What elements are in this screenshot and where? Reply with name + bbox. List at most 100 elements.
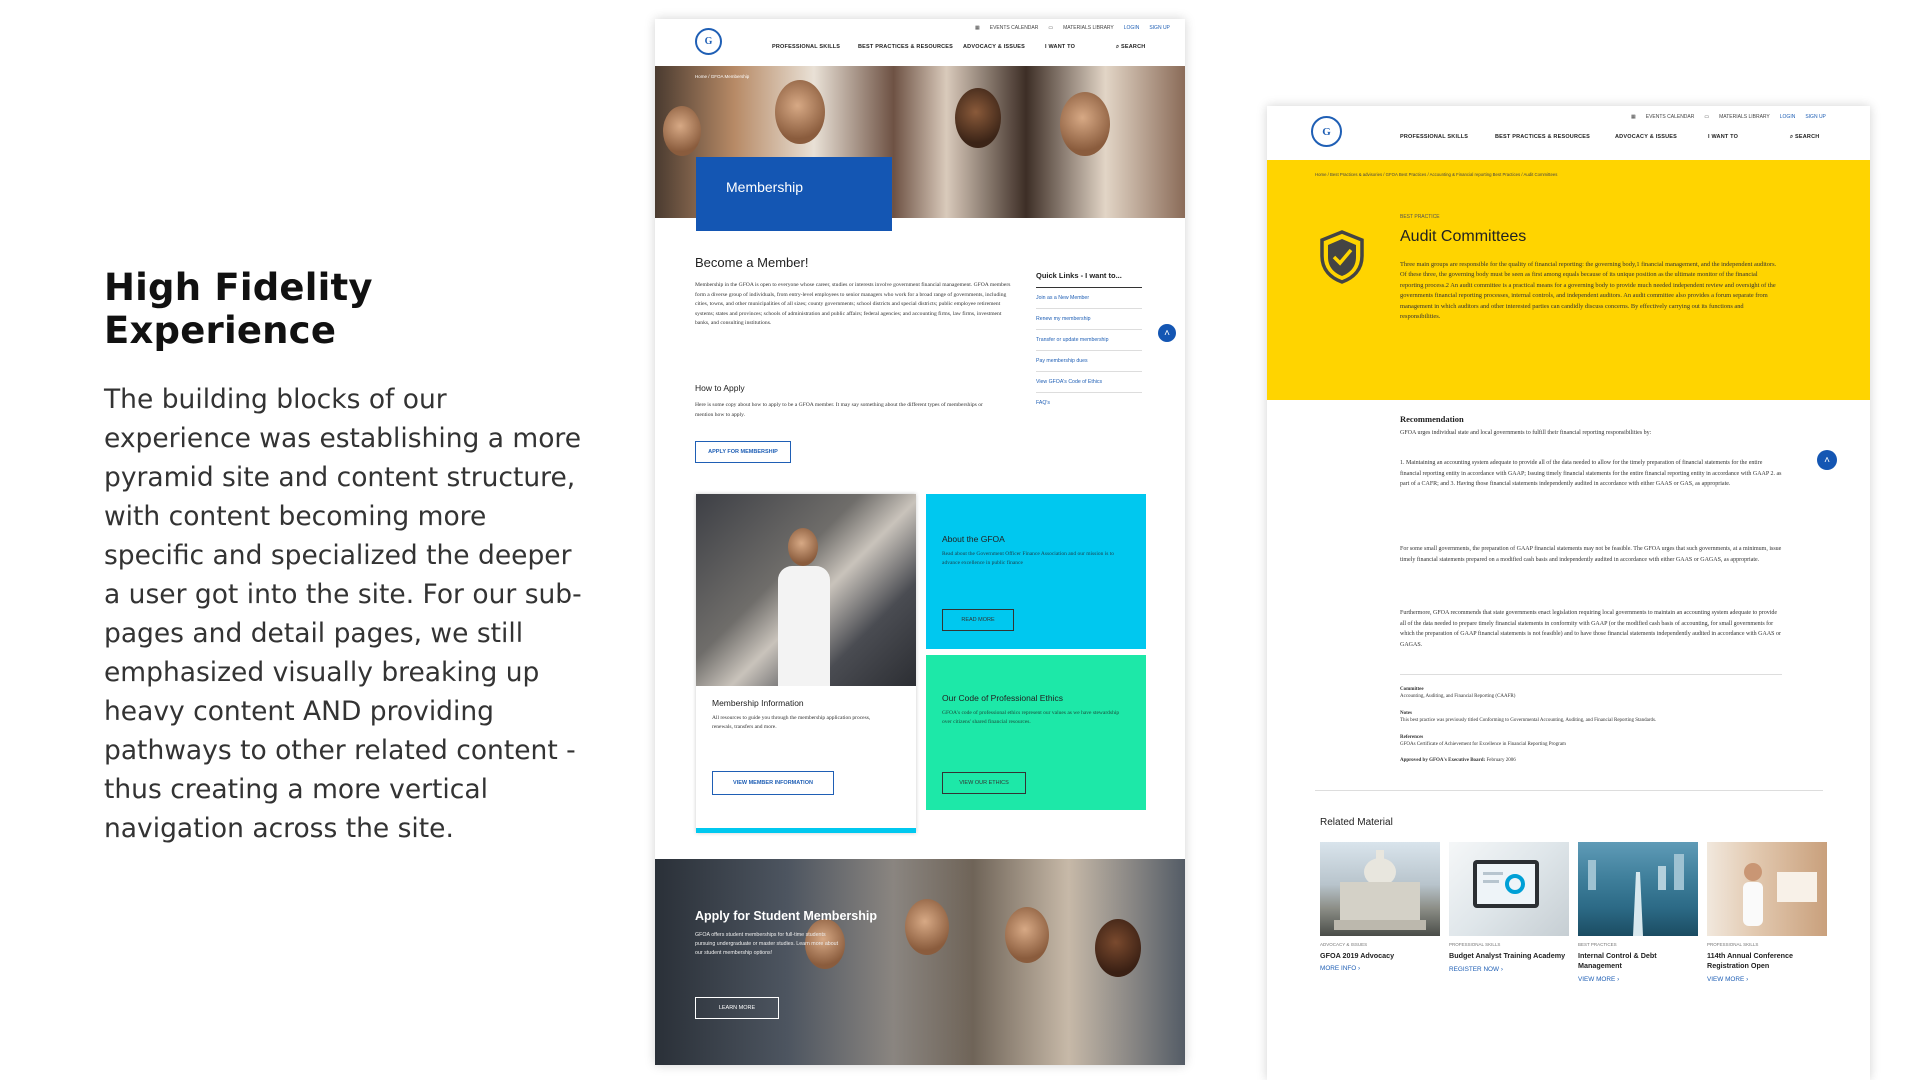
related-item: ADVOCACY & ISSUES GFOA 2019 Advocacy MOR… xyxy=(1320,942,1440,972)
gfoa-logo[interactable]: G xyxy=(695,28,722,55)
quick-link-join[interactable]: Join as a New Member xyxy=(1036,288,1142,309)
how-to-apply-heading: How to Apply xyxy=(695,383,745,393)
meta-block: Committee Accounting, Auditing, and Fina… xyxy=(1400,686,1700,764)
committee-label: Committee xyxy=(1400,687,1424,692)
approved-label: Approved by GFOA's Executive Board: xyxy=(1400,758,1486,763)
related-tag: PROFESSIONAL SKILLS xyxy=(1707,942,1759,947)
view-ethics-button[interactable]: VIEW OUR ETHICS xyxy=(942,772,1026,794)
card-info-body: All resources to guide you through the m… xyxy=(712,715,871,730)
card-about-body: Read about the Government Officer Financ… xyxy=(942,551,1115,566)
nav-best-practices[interactable]: BEST PRACTICES & RESOURCES xyxy=(858,44,963,51)
audit-committees-page-mockup: G ▦ EVENTS CALENDAR ▭ MATERIALS LIBRARY … xyxy=(1267,106,1870,1080)
how-to-apply-body: Here is some copy about how to apply to … xyxy=(695,402,983,418)
chevron-up-icon: ˄ xyxy=(1824,454,1830,466)
recommendation-lead: GFOA urges individual state and local go… xyxy=(1400,430,1652,436)
nav-i-want-to[interactable]: I WANT TO xyxy=(1708,134,1790,141)
view-member-info-button[interactable]: VIEW MEMBER INFORMATION xyxy=(712,771,834,795)
nav-search[interactable]: SEARCH xyxy=(1795,134,1819,141)
quick-link-transfer[interactable]: Transfer or update membership xyxy=(1036,330,1142,351)
intro-section: High Fidelity Experience The building bl… xyxy=(104,266,584,848)
shield-check-icon xyxy=(1320,230,1364,284)
card-ethics-title: Our Code of Professional Ethics xyxy=(942,693,1063,703)
utility-events[interactable]: EVENTS CALENDAR xyxy=(1646,114,1695,120)
related-title[interactable]: Internal Control & Debt Management xyxy=(1578,951,1698,971)
related-image-internal-control[interactable] xyxy=(1578,842,1698,936)
intro-paragraph: Membership in the GFOA is open to everyo… xyxy=(695,282,1011,327)
quick-link-ethics[interactable]: View GFOA's Code of Ethics xyxy=(1036,372,1142,393)
nav-i-want-to[interactable]: I WANT TO xyxy=(1045,44,1116,51)
nav-professional-skills[interactable]: PROFESSIONAL SKILLS xyxy=(1400,134,1495,141)
library-icon: ▭ xyxy=(1048,25,1054,31)
references-label: References xyxy=(1400,735,1424,740)
student-banner: Apply for Student Membership GFOA offers… xyxy=(655,859,1185,1065)
related-link[interactable]: REGISTER NOW xyxy=(1449,966,1499,973)
student-title: Apply for Student Membership xyxy=(695,909,877,923)
related-image-conference[interactable] xyxy=(1707,842,1827,936)
nav-best-practices[interactable]: BEST PRACTICES & RESOURCES xyxy=(1495,134,1615,141)
nav-search[interactable]: SEARCH xyxy=(1121,44,1145,51)
related-title[interactable]: GFOA 2019 Advocacy xyxy=(1320,951,1440,960)
related-heading: Related Material xyxy=(1320,817,1393,828)
card-about: About the GFOA Read about the Government… xyxy=(926,494,1146,649)
utility-nav: ▦ EVENTS CALENDAR ▭ MATERIALS LIBRARY LO… xyxy=(975,25,1170,31)
related-link[interactable]: MORE INFO xyxy=(1320,965,1356,972)
chevron-right-icon: › xyxy=(1500,966,1503,973)
card-membership-info: Membership Information All resources to … xyxy=(696,494,916,833)
learn-more-button[interactable]: LEARN MORE xyxy=(695,997,779,1019)
scroll-top-button[interactable]: ˄ xyxy=(1817,450,1837,470)
nav-advocacy[interactable]: ADVOCACY & ISSUES xyxy=(963,44,1045,51)
approved-value: February 2006 xyxy=(1486,758,1516,763)
related-link[interactable]: VIEW MORE xyxy=(1707,976,1744,983)
quick-link-dues[interactable]: Pay membership dues xyxy=(1036,351,1142,372)
card-info-title: Membership Information xyxy=(712,698,804,708)
related-tag: PROFESSIONAL SKILLS xyxy=(1449,942,1501,947)
eyebrow: BEST PRACTICE xyxy=(1400,214,1440,220)
paragraph-legislation: Furthermore, GFOA recommends that state … xyxy=(1400,610,1781,648)
notes-label: Notes xyxy=(1400,711,1412,716)
card-ethics: Our Code of Professional Ethics GFOA's c… xyxy=(926,655,1146,810)
related-title[interactable]: Budget Analyst Training Academy xyxy=(1449,951,1569,961)
quick-link-renew[interactable]: Renew my membership xyxy=(1036,309,1142,330)
recommendation-list: 1. Maintaining an accounting system adeq… xyxy=(1400,460,1782,487)
card-ethics-body: GFOA's code of professional ethics repre… xyxy=(942,710,1120,725)
audit-intro: Three main groups are responsible for th… xyxy=(1400,261,1777,321)
related-title[interactable]: 114th Annual Conference Registration Ope… xyxy=(1707,951,1827,971)
nav-professional-skills[interactable]: PROFESSIONAL SKILLS xyxy=(772,44,858,51)
related-item: BEST PRACTICES Internal Control & Debt M… xyxy=(1578,942,1698,983)
related-tag: BEST PRACTICES xyxy=(1578,942,1617,947)
membership-page-mockup: G ▦ EVENTS CALENDAR ▭ MATERIALS LIBRARY … xyxy=(655,19,1185,1065)
read-more-button[interactable]: READ MORE xyxy=(942,609,1014,631)
committee-value: Accounting, Auditing, and Financial Repo… xyxy=(1400,694,1516,699)
hero-label-box: Membership xyxy=(696,157,892,231)
calendar-icon: ▦ xyxy=(1631,114,1636,120)
gfoa-logo[interactable]: G xyxy=(1311,116,1342,147)
utility-events[interactable]: EVENTS CALENDAR xyxy=(990,25,1039,31)
main-nav: PROFESSIONAL SKILLS BEST PRACTICES & RES… xyxy=(772,44,1145,51)
nav-advocacy[interactable]: ADVOCACY & ISSUES xyxy=(1615,134,1708,141)
quick-link-faq[interactable]: FAQ's xyxy=(1036,393,1142,413)
student-body: GFOA offers student memberships for full… xyxy=(695,932,839,956)
utility-login[interactable]: LOGIN xyxy=(1780,114,1796,120)
hero-label: Membership xyxy=(726,179,804,195)
utility-library[interactable]: MATERIALS LIBRARY xyxy=(1719,114,1770,120)
chevron-right-icon: › xyxy=(1746,976,1749,983)
library-icon: ▭ xyxy=(1704,114,1710,120)
quick-links-title: Quick Links - I want to... xyxy=(1036,271,1142,288)
utility-login[interactable]: LOGIN xyxy=(1124,25,1140,31)
quick-links: Quick Links - I want to... Join as a New… xyxy=(1036,271,1142,413)
related-link[interactable]: VIEW MORE xyxy=(1578,976,1615,983)
utility-signup[interactable]: SIGN UP xyxy=(1805,114,1826,120)
audit-hero: Home / Best Practices & advisories / GFO… xyxy=(1267,160,1870,400)
scroll-top-button[interactable]: ˄ xyxy=(1158,324,1176,342)
apply-membership-button[interactable]: APPLY FOR MEMBERSHIP xyxy=(695,441,791,463)
related-image-advocacy[interactable] xyxy=(1320,842,1440,936)
utility-signup[interactable]: SIGN UP xyxy=(1149,25,1170,31)
utility-library[interactable]: MATERIALS LIBRARY xyxy=(1063,25,1114,31)
recommendation-heading: Recommendation xyxy=(1400,414,1464,424)
breadcrumb[interactable]: Home / GFOA Membership xyxy=(695,74,749,79)
card-about-title: About the GFOA xyxy=(942,534,1005,544)
intro-title: High Fidelity Experience xyxy=(104,266,373,352)
related-image-budget[interactable] xyxy=(1449,842,1569,936)
notes-value: This best practice was previously titled… xyxy=(1400,718,1657,723)
breadcrumb[interactable]: Home / Best Practices & advisories / GFO… xyxy=(1315,172,1557,177)
